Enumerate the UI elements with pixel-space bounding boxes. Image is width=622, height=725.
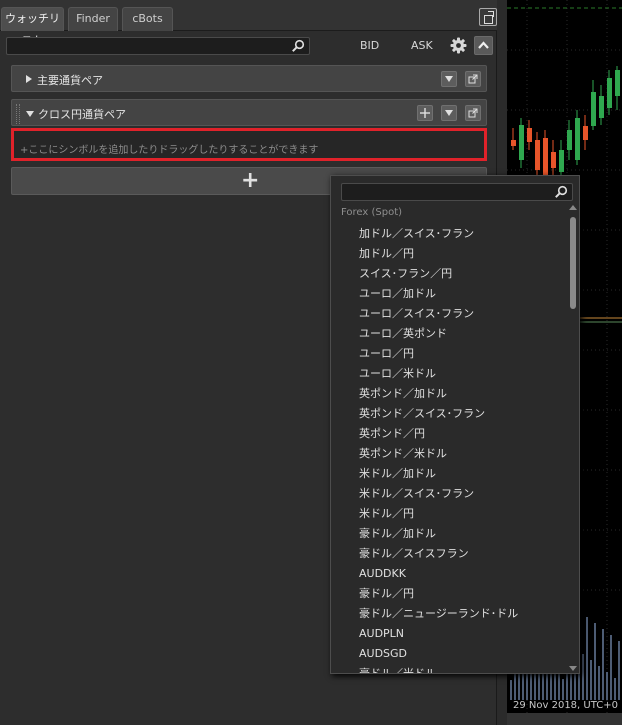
tab-bar: ウォッチリスト Finder cBots xyxy=(0,0,497,47)
drag-handle[interactable] xyxy=(16,104,20,124)
tab-watchlist[interactable]: ウォッチリスト xyxy=(1,7,64,47)
dropdown-item[interactable]: 英ポンド／米ドル xyxy=(331,444,567,464)
dropdown-item[interactable]: ユーロ／円 xyxy=(331,344,567,364)
chart-date-label: 29 Nov 2018, UTC+0 xyxy=(513,700,618,711)
dropdown-item[interactable]: 米ドル／加ドル xyxy=(331,464,567,484)
dropdown-item[interactable]: 豪ドル／加ドル xyxy=(331,524,567,544)
dropdown-item[interactable]: 米ドル／スイス･フラン xyxy=(331,484,567,504)
search-input[interactable] xyxy=(6,37,310,55)
collapse-button[interactable] xyxy=(474,36,493,55)
dropdown-item[interactable]: 加ドル／円 xyxy=(331,244,567,264)
group-menu-button[interactable] xyxy=(441,71,457,87)
ask-column-label[interactable]: ASK xyxy=(411,39,433,52)
scroll-thumb[interactable] xyxy=(570,217,576,309)
dropdown-item[interactable]: 加ドル／スイス･フラン xyxy=(331,224,567,244)
triangle-right-icon[interactable] xyxy=(25,75,33,83)
group-popout-button[interactable] xyxy=(465,71,481,87)
dropdown-item[interactable]: 英ポンド／スイス･フラン xyxy=(331,404,567,424)
search-icon xyxy=(555,185,568,198)
tab-cbots[interactable]: cBots xyxy=(122,7,173,31)
dropdown-item[interactable]: ユーロ／加ドル xyxy=(331,284,567,304)
dropdown-list: 加ドル／スイス･フラン 加ドル／円 スイス･フラン／円 ユーロ／加ドル ユーロ／スイス･… xyxy=(331,224,567,673)
search-icon xyxy=(292,39,305,52)
dropdown-item[interactable]: 豪ドル／ニュージーランド･ドル xyxy=(331,604,567,624)
dropdown-item[interactable]: AUDPLN xyxy=(331,624,567,644)
dropdown-item[interactable]: 豪ドル／円 xyxy=(331,584,567,604)
gear-icon[interactable] xyxy=(450,37,467,54)
dropdown-search-input[interactable] xyxy=(341,183,573,201)
dropdown-item[interactable]: ユーロ／英ポンド xyxy=(331,324,567,344)
dropdown-item[interactable]: 英ポンド／円 xyxy=(331,424,567,444)
dropdown-item[interactable]: スイス･フラン／円 xyxy=(331,264,567,284)
scroll-down-arrow[interactable] xyxy=(569,666,577,671)
dropdown-item[interactable]: ユーロ／米ドル xyxy=(331,364,567,384)
scroll-up-arrow[interactable] xyxy=(569,205,577,210)
group-add-button[interactable] xyxy=(417,105,433,121)
dropdown-item[interactable]: 豪ドル／スイスフラン xyxy=(331,544,567,564)
bid-column-label[interactable]: BID xyxy=(360,39,379,52)
drop-zone-hint: +ここにシンボルを追加したりドラッグしたりすることができます xyxy=(20,145,319,156)
symbol-drop-zone[interactable]: +ここにシンボルを追加したりドラッグしたりすることができます xyxy=(11,128,487,161)
detach-icon[interactable] xyxy=(479,8,497,26)
dropdown-item[interactable]: 英ポンド／加ドル xyxy=(331,384,567,404)
group-title: 主要通貨ペア xyxy=(37,74,103,87)
symbol-dropdown: Forex (Spot) 加ドル／スイス･フラン 加ドル／円 スイス･フラン／円 ユー… xyxy=(330,175,580,674)
triangle-down-icon[interactable] xyxy=(26,110,34,118)
chevron-down-icon xyxy=(445,110,453,116)
plus-icon: + xyxy=(241,168,260,193)
dropdown-item[interactable]: 米ドル／円 xyxy=(331,504,567,524)
pop-out-icon xyxy=(468,108,478,118)
dropdown-item[interactable]: ユーロ／スイス･フラン xyxy=(331,304,567,324)
group-major-pairs[interactable]: 主要通貨ペア xyxy=(11,65,487,92)
chevron-up-icon xyxy=(478,41,489,49)
group-title: クロス円通貨ペア xyxy=(38,108,126,121)
dropdown-scrollbar[interactable] xyxy=(568,205,578,673)
group-popout-button[interactable] xyxy=(465,105,481,121)
chevron-down-icon xyxy=(445,76,453,82)
dropdown-item[interactable]: 豪ドル／米ドル xyxy=(331,664,567,673)
plus-icon xyxy=(420,108,430,118)
dropdown-item[interactable]: AUDDKK xyxy=(331,564,567,584)
group-menu-button[interactable] xyxy=(441,105,457,121)
dropdown-group-label: Forex (Spot) xyxy=(341,207,403,218)
tab-finder[interactable]: Finder xyxy=(68,7,118,31)
dropdown-item[interactable]: AUDSGD xyxy=(331,644,567,664)
chart-time-axis xyxy=(507,713,622,725)
pop-out-icon xyxy=(468,74,478,84)
group-cross-yen-pairs[interactable]: クロス円通貨ペア xyxy=(11,99,487,126)
